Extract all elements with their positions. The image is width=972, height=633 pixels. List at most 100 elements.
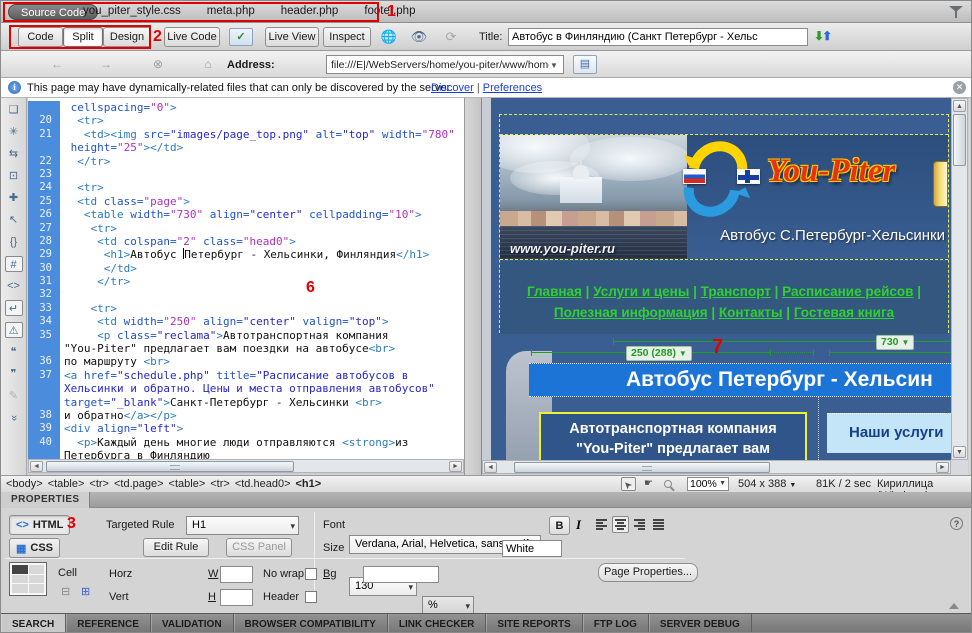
live-view-button[interactable]: Live View — [265, 27, 319, 47]
inspect-button[interactable]: Inspect — [323, 27, 371, 47]
title-input[interactable] — [508, 28, 808, 46]
scrollbar-thumb[interactable] — [46, 461, 294, 472]
table-width-menu-730[interactable]: 730 ▼ — [876, 335, 914, 350]
tag-selector-item[interactable]: <table> — [169, 478, 206, 490]
column-width-menu-250[interactable]: 250 (288) ▼ — [626, 346, 692, 361]
design-vertical-scrollbar[interactable]: ▲ ▼ — [951, 98, 968, 460]
align-justify-icon[interactable] — [650, 516, 667, 533]
css-panel-button[interactable]: CSS Panel — [226, 538, 292, 557]
highlight-invalid-code-icon[interactable]: <> — [5, 278, 23, 294]
results-tab-search[interactable]: SEARCH — [1, 614, 66, 633]
design-nav-link[interactable]: Расписание рейсов — [782, 284, 913, 299]
results-tab-site-reports[interactable]: SITE REPORTS — [486, 614, 582, 633]
close-info-bar-icon[interactable]: ✕ — [953, 81, 966, 94]
design-nav-link[interactable]: Гостевая книга — [794, 305, 894, 320]
design-nav-link[interactable]: Услуги и цены — [593, 284, 689, 299]
scroll-left-icon[interactable]: ◄ — [30, 461, 43, 472]
code-horizontal-scrollbar[interactable]: ◄ ► — [28, 459, 464, 473]
scroll-down-icon[interactable]: ▼ — [953, 446, 966, 458]
zoom-level-select[interactable]: 100%▼ — [687, 477, 729, 491]
scroll-right-icon[interactable]: ► — [936, 462, 949, 473]
word-wrap-icon[interactable]: ↵ — [5, 300, 23, 316]
design-nav-link[interactable]: Контакты — [719, 305, 783, 320]
collapse-full-tag-icon[interactable]: ⇆ — [5, 146, 23, 162]
stop-icon[interactable]: ⊗ — [150, 57, 166, 73]
bold-button[interactable]: B — [549, 516, 570, 535]
targeted-rule-select[interactable]: H1 — [186, 516, 299, 535]
help-icon[interactable]: ? — [950, 517, 963, 530]
page-properties-button[interactable]: Page Properties... — [598, 563, 698, 582]
line-numbers-icon[interactable]: # — [5, 256, 23, 272]
zoom-tool-icon[interactable] — [664, 480, 672, 488]
design-nav-link[interactable]: Транспорт — [701, 284, 771, 299]
code-navigator-icon[interactable]: ✳ — [5, 124, 23, 140]
split-view-divider[interactable] — [464, 98, 482, 475]
refresh-icon[interactable]: ⟳ — [441, 28, 461, 46]
back-icon[interactable]: ← — [49, 57, 65, 73]
cell-width-input[interactable] — [220, 566, 253, 583]
align-center-icon[interactable] — [612, 516, 629, 533]
scroll-right-icon[interactable]: ► — [449, 461, 462, 472]
edit-rule-button[interactable]: Edit Rule — [143, 538, 209, 557]
preferences-link[interactable]: Preferences — [483, 82, 542, 94]
nowrap-checkbox[interactable] — [305, 568, 317, 580]
tag-selector-item[interactable]: <td.head0> — [235, 478, 291, 490]
expand-all-icon[interactable]: ✚ — [5, 190, 23, 206]
select-parent-tag-icon[interactable]: ↖ — [5, 212, 23, 228]
align-right-icon[interactable] — [631, 516, 648, 533]
tag-selector-item[interactable]: <h1> — [296, 478, 322, 490]
edit-snippet-icon[interactable]: ✎ — [5, 388, 23, 404]
open-documents-icon[interactable]: ❏ — [5, 102, 23, 118]
scrollbar-thumb[interactable] — [514, 462, 770, 473]
window-size-menu[interactable]: 504 x 388 ▼ — [738, 478, 796, 490]
collapse-selection-icon[interactable]: ⊡ — [5, 168, 23, 184]
results-tab-ftp-log[interactable]: FTP LOG — [583, 614, 649, 633]
results-tab-server-debug[interactable]: SERVER DEBUG — [649, 614, 752, 633]
tag-selector-item[interactable]: <body> — [6, 478, 43, 490]
file-management-icon[interactable]: ⬇⬆ — [814, 29, 830, 43]
forward-icon[interactable]: → — [98, 57, 114, 73]
results-tab-reference[interactable]: REFERENCE — [66, 614, 151, 633]
italic-button[interactable]: I — [576, 517, 581, 533]
tag-selector-item[interactable]: <tr> — [210, 478, 230, 490]
collapse-panel-icon[interactable] — [949, 603, 959, 609]
design-horizontal-scrollbar[interactable]: ◄ ► — [482, 460, 951, 474]
address-input[interactable] — [326, 55, 564, 74]
align-left-icon[interactable] — [593, 516, 610, 533]
bg-color-input[interactable] — [363, 566, 439, 583]
cell-height-input[interactable] — [220, 589, 253, 606]
design-view-canvas[interactable]: You-Piter Автобус С.Петербург-Хельсинки … — [482, 98, 951, 460]
merge-cells-icon[interactable]: ⊟ — [61, 585, 70, 598]
format-source-code-icon[interactable]: » — [6, 409, 22, 427]
properties-tab[interactable]: PROPERTIES — [1, 492, 90, 508]
select-tool-icon[interactable]: ➤ — [621, 477, 636, 491]
scrollbar-thumb[interactable] — [953, 114, 966, 166]
design-nav-link[interactable]: Главная — [527, 284, 582, 299]
live-code-button[interactable]: Live Code — [164, 27, 220, 47]
discover-link[interactable]: Discover — [431, 82, 474, 94]
visual-aids-icon[interactable]: 👁 — [409, 28, 429, 46]
hand-tool-icon[interactable]: ☛ — [641, 477, 656, 491]
scroll-up-icon[interactable]: ▲ — [953, 100, 966, 112]
tag-selector-item[interactable]: <table> — [48, 478, 85, 490]
browser-navigation-options-icon[interactable]: ▤ — [573, 55, 597, 74]
syntax-error-alerts-icon[interactable]: ⚠ — [5, 322, 23, 338]
code-editor[interactable]: cellspacing="0">20 <tr>21 <td><img src="… — [28, 98, 464, 459]
results-tab-validation[interactable]: VALIDATION — [151, 614, 234, 633]
address-dropdown-icon[interactable]: ▼ — [550, 61, 558, 70]
html-mode-button[interactable]: <>HTML — [9, 515, 70, 535]
split-cell-icon[interactable]: ⊞ — [81, 585, 90, 598]
results-tab-browser-compatibility[interactable]: BROWSER COMPATIBILITY — [234, 614, 388, 633]
home-icon[interactable]: ⌂ — [200, 57, 216, 73]
scroll-left-icon[interactable]: ◄ — [484, 462, 497, 473]
text-color-input[interactable] — [502, 540, 562, 557]
design-nav-link[interactable]: Полезная информация — [554, 305, 708, 320]
check-browser-compatibility-icon[interactable]: ✓ — [229, 28, 253, 46]
apply-comment-icon[interactable]: ❝ — [5, 344, 23, 360]
remove-comment-icon[interactable]: ❞ — [5, 366, 23, 382]
preview-in-browser-icon[interactable]: 🌐 — [379, 28, 399, 46]
css-mode-button[interactable]: ▦CSS — [9, 538, 60, 558]
filter-icon[interactable] — [949, 5, 963, 19]
balance-braces-icon[interactable]: {} — [5, 234, 23, 250]
tag-selector-item[interactable]: <td.page> — [114, 478, 164, 490]
